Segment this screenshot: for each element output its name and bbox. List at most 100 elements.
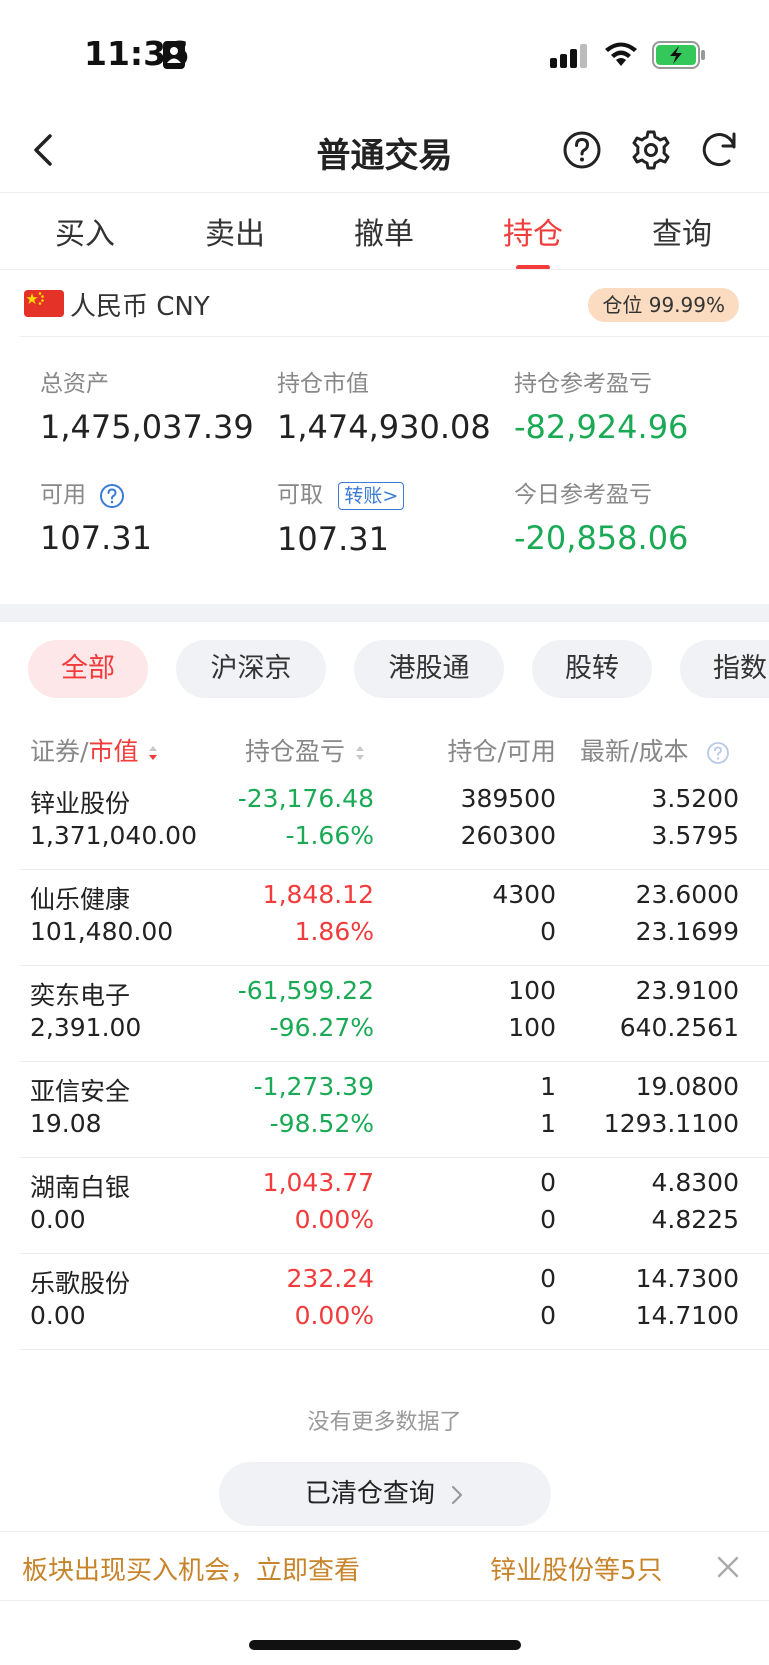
stock-pl-pct: 1.86%: [294, 917, 374, 946]
available-value: 107.31: [40, 519, 152, 557]
stock-cost: 640.2561: [619, 1013, 739, 1042]
tab-sell[interactable]: 卖出: [160, 209, 310, 253]
nav-bar: 普通交易: [0, 110, 769, 192]
stock-name: 奕东电子: [30, 981, 131, 1010]
market-value-label: 持仓市值: [277, 371, 369, 397]
stock-qty: 4300: [492, 880, 556, 909]
stock-pl-pct: 0.00%: [294, 1301, 374, 1330]
stock-name: 亚信安全: [30, 1077, 131, 1106]
wifi-icon: [605, 42, 637, 66]
sort-icon: [355, 746, 364, 760]
cleared-positions-button[interactable]: 已清仓查询: [219, 1462, 551, 1526]
currency-row: 人民币 CNY 仓位 99.99%: [0, 270, 769, 336]
total-assets-value: 1,475,037.39: [40, 408, 254, 446]
help-icon[interactable]: [558, 126, 606, 174]
stock-available: 260300: [460, 821, 556, 850]
stock-market-value: 101,480.00: [30, 917, 174, 946]
stock-cost: 3.5795: [651, 821, 739, 850]
settings-icon[interactable]: [627, 126, 675, 174]
tab-positions[interactable]: 持仓: [458, 209, 608, 253]
header-latest-cost: 最新/成本: [580, 732, 730, 768]
header-qty-available: 持仓/可用: [447, 737, 556, 766]
china-flag-icon: [24, 290, 64, 317]
promo-banner-text: 板块出现买入机会，立即查看: [22, 1556, 361, 1586]
tab-buy[interactable]: 买入: [10, 209, 160, 253]
available-funds: 可用 107.31: [40, 475, 152, 557]
stock-cost: 23.1699: [635, 917, 739, 946]
stock-cost: 4.8225: [651, 1205, 739, 1234]
stock-pl-pct: -98.52%: [269, 1109, 374, 1138]
market-filter-chips: 全部 沪深京 港股通 股转 指数: [0, 640, 769, 700]
withdrawable-funds: 可取 转账> 107.31: [277, 475, 405, 558]
refresh-icon[interactable]: [696, 126, 744, 174]
stock-market-value: 1,371,040.00: [30, 821, 197, 850]
stock-latest: 4.8300: [651, 1168, 739, 1197]
close-icon[interactable]: [715, 1554, 741, 1580]
table-row[interactable]: 湖南白银 0.00 1,043.77 0.00% 0 0 4.8300 4.82…: [0, 1158, 769, 1254]
stock-latest: 23.6000: [635, 880, 739, 909]
stock-pl: 1,043.77: [262, 1168, 374, 1197]
today-pl-label: 今日参考盈亏: [514, 482, 652, 508]
filter-all[interactable]: 全部: [28, 640, 148, 698]
battery-charging-icon: [652, 41, 705, 69]
sort-desc-icon: [149, 746, 158, 760]
stock-latest: 19.0800: [635, 1072, 739, 1101]
stock-pl: -61,599.22: [237, 976, 374, 1005]
promo-banner[interactable]: 板块出现买入机会，立即查看 锌业股份等5只: [0, 1531, 769, 1601]
cellular-signal-icon: [550, 44, 587, 68]
tab-query[interactable]: 查询: [607, 209, 757, 253]
today-pl-value: -20,858.06: [514, 519, 689, 557]
stock-latest: 23.9100: [635, 976, 739, 1005]
stock-pl-pct: -1.66%: [285, 821, 374, 850]
table-row[interactable]: 仙乐健康 101,480.00 1,848.12 1.86% 4300 0 23…: [0, 870, 769, 966]
stock-market-value: 19.08: [30, 1109, 102, 1138]
table-row[interactable]: 奕东电子 2,391.00 -61,599.22 -96.27% 100 100…: [0, 966, 769, 1062]
stock-market-value: 0.00: [30, 1205, 86, 1234]
stock-name: 乐歌股份: [30, 1269, 131, 1298]
row-divider: [20, 1349, 769, 1350]
header-security-marketvalue[interactable]: 证券/市值: [30, 732, 160, 768]
filter-neeq[interactable]: 股转: [532, 640, 652, 698]
filter-index[interactable]: 指数: [680, 640, 769, 698]
stock-pl: -1,273.39: [253, 1072, 374, 1101]
stock-pl: 1,848.12: [262, 880, 374, 909]
position-pl-label: 持仓参考盈亏: [514, 371, 652, 397]
stock-available: 0: [540, 1301, 556, 1330]
section-separator: [0, 604, 769, 622]
header-pl[interactable]: 持仓盈亏: [245, 732, 367, 768]
stock-qty: 0: [540, 1168, 556, 1197]
stock-latest: 14.7300: [635, 1264, 739, 1293]
stock-name: 仙乐健康: [30, 885, 131, 914]
contact-card-icon: [163, 41, 185, 69]
info-icon[interactable]: [706, 741, 730, 765]
market-value: 持仓市值 1,474,930.08: [277, 364, 491, 446]
total-assets-label: 总资产: [40, 371, 109, 397]
stock-market-value: 2,391.00: [30, 1013, 142, 1042]
available-help-icon[interactable]: [99, 483, 125, 509]
stock-cost: 1293.1100: [603, 1109, 739, 1138]
stock-pl-pct: 0.00%: [294, 1205, 374, 1234]
table-row[interactable]: 乐歌股份 0.00 232.24 0.00% 0 0 14.7300 14.71…: [0, 1254, 769, 1350]
chevron-right-icon: [452, 1485, 463, 1504]
currency-label[interactable]: 人民币 CNY: [70, 286, 210, 323]
stock-qty: 1: [540, 1072, 556, 1101]
stock-market-value: 0.00: [30, 1301, 86, 1330]
position-ratio-badge: 仓位 99.99%: [588, 288, 739, 322]
stock-name: 湖南白银: [30, 1173, 131, 1202]
stock-name: 锌业股份: [30, 789, 131, 818]
stock-qty: 0: [540, 1264, 556, 1293]
no-more-data-text: 没有更多数据了: [307, 1410, 462, 1435]
stock-pl-pct: -96.27%: [269, 1013, 374, 1042]
stock-qty: 100: [508, 976, 556, 1005]
filter-sh-sz-bj[interactable]: 沪深京: [176, 640, 326, 698]
withdrawable-value: 107.31: [277, 519, 389, 558]
tab-cancel[interactable]: 撤单: [309, 209, 459, 253]
stock-pl: 232.24: [286, 1264, 374, 1293]
holdings-table-header: 证券/市值 持仓盈亏 持仓/可用 最新/成本: [0, 724, 769, 770]
filter-hk-connect[interactable]: 港股通: [354, 640, 504, 698]
market-value-value: 1,474,930.08: [277, 408, 491, 446]
table-row[interactable]: 亚信安全 19.08 -1,273.39 -98.52% 1 1 19.0800…: [0, 1062, 769, 1158]
available-label: 可用: [40, 482, 86, 508]
transfer-button[interactable]: 转账>: [338, 481, 405, 510]
table-row[interactable]: 锌业股份 1,371,040.00 -23,176.48 -1.66% 3895…: [0, 774, 769, 870]
